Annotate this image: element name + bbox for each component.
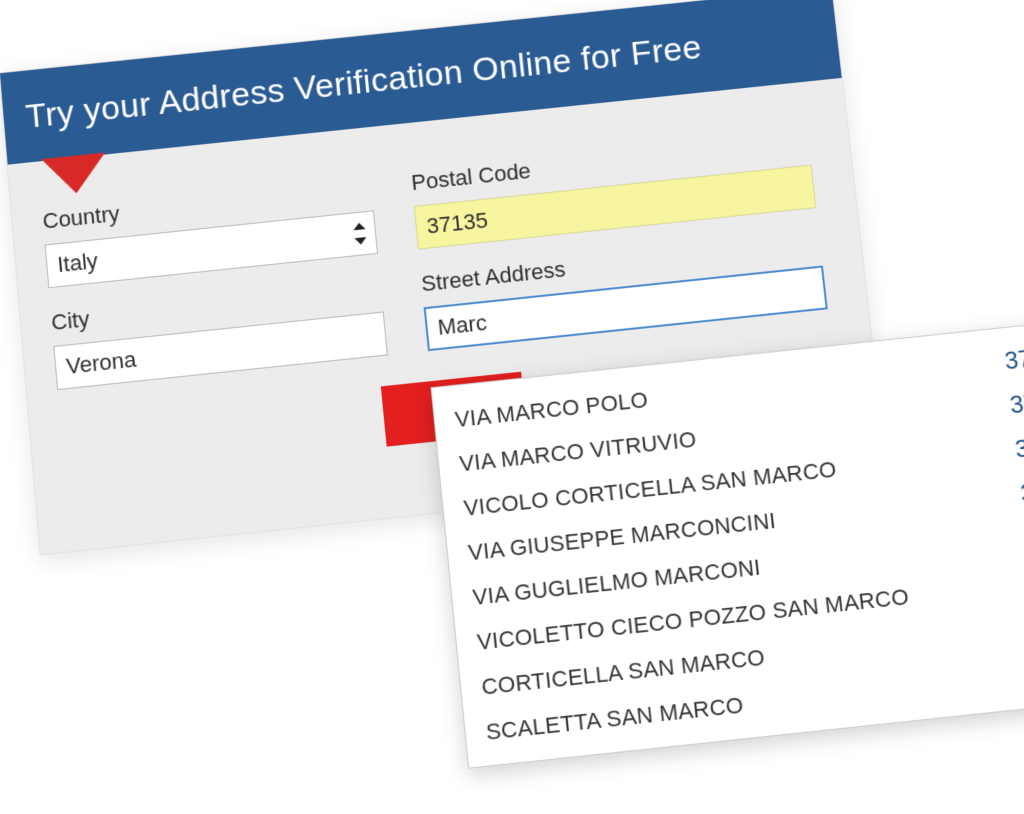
autocomplete-code: 37121: [1005, 607, 1024, 646]
street-autocomplete-dropdown[interactable]: VIA MARCO POLO37138VIA MARCO VITRUVIO371…: [431, 319, 1024, 769]
city-field: City: [50, 276, 388, 390]
autocomplete-code: 37122: [994, 518, 1024, 557]
chevron-down-icon: [41, 153, 108, 197]
autocomplete-code: 37133: [989, 474, 1024, 513]
autocomplete-code: 37138: [979, 385, 1024, 423]
autocomplete-code: 37121: [1010, 652, 1024, 691]
street-field: Street Address: [420, 230, 828, 351]
autocomplete-code: 37121: [999, 563, 1024, 602]
autocomplete-code: 37121: [984, 429, 1024, 467]
autocomplete-code: 37138: [973, 341, 1024, 379]
